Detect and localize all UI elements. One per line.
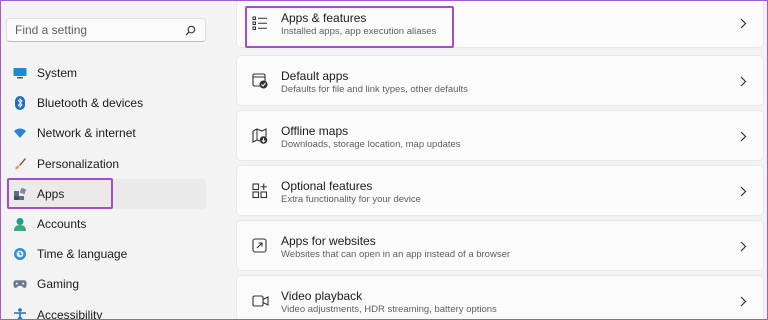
setting-card-video-playback[interactable]: Video playback Video adjustments, HDR st… <box>236 275 764 320</box>
accessibility-icon <box>13 307 27 320</box>
search-box[interactable]: Find a setting <box>6 18 206 42</box>
sidebar-item-bluetooth[interactable]: Bluetooth & devices <box>6 88 206 118</box>
sidebar-item-accessibility[interactable]: Accessibility <box>6 300 206 320</box>
chevron-right-icon <box>737 184 749 198</box>
setting-card-offline-maps[interactable]: Offline maps Downloads, storage location… <box>236 110 764 161</box>
sidebar-item-network[interactable]: Network & internet <box>6 118 206 148</box>
open-in-app-icon <box>251 237 269 255</box>
sidebar-item-time-language[interactable]: Time & language <box>6 239 206 269</box>
globe-clock-icon <box>13 247 27 261</box>
search-input[interactable]: Find a setting <box>15 23 183 37</box>
chevron-right-icon <box>737 16 749 30</box>
sidebar: Find a setting System Bluetooth & device… <box>0 0 220 320</box>
controller-icon <box>13 277 27 291</box>
card-title: Video playback <box>281 289 363 303</box>
sidebar-item-label: Accounts <box>37 216 87 231</box>
default-apps-icon <box>251 72 269 90</box>
card-description: Extra functionality for your device <box>281 194 421 205</box>
sidebar-item-label: Time & language <box>37 247 128 262</box>
card-description: Video adjustments, HDR streaming, batter… <box>281 304 497 315</box>
card-description: Websites that can open in an app instead… <box>281 249 511 260</box>
sidebar-item-label: Gaming <box>37 277 80 292</box>
sidebar-item-label: Personalization <box>37 156 120 171</box>
sidebar-item-label: Network & internet <box>37 126 136 141</box>
setting-card-default-apps[interactable]: Default apps Defaults for file and link … <box>236 55 764 106</box>
monitor-icon <box>13 66 27 80</box>
person-icon <box>13 217 27 231</box>
card-title: Offline maps <box>281 124 349 138</box>
sidebar-item-personalization[interactable]: Personalization <box>6 149 206 179</box>
sidebar-item-accounts[interactable]: Accounts <box>6 209 206 239</box>
apps-highlight-box <box>7 178 113 209</box>
chevron-right-icon <box>737 129 749 143</box>
search-icon[interactable] <box>183 23 197 37</box>
card-description: Downloads, storage location, map updates <box>281 139 461 150</box>
chevron-right-icon <box>737 239 749 253</box>
main-panel: Apps & features Installed apps, app exec… <box>236 0 764 320</box>
sidebar-item-gaming[interactable]: Gaming <box>6 269 206 299</box>
video-icon <box>251 292 269 310</box>
sidebar-item-label: Bluetooth & devices <box>37 96 144 111</box>
card-title: Default apps <box>281 69 349 83</box>
card-title: Optional features <box>281 179 373 193</box>
setting-card-optional-features[interactable]: Optional features Extra functionality fo… <box>236 165 764 216</box>
sidebar-item-label: System <box>37 66 78 80</box>
card-description: Defaults for file and link types, other … <box>281 84 468 95</box>
chevron-right-icon <box>737 294 749 308</box>
sidebar-item-label: Accessibility <box>37 307 103 320</box>
chevron-right-icon <box>737 74 749 88</box>
wifi-icon <box>13 126 27 140</box>
brush-icon <box>13 157 27 171</box>
card-title: Apps for websites <box>281 234 376 248</box>
setting-card-apps-for-websites[interactable]: Apps for websites Websites that can open… <box>236 220 764 271</box>
map-download-icon <box>251 127 269 145</box>
grid-add-icon <box>251 182 269 200</box>
apps-features-highlight-box <box>245 6 454 48</box>
bluetooth-icon <box>13 96 27 111</box>
sidebar-item-system[interactable]: System <box>6 58 206 88</box>
